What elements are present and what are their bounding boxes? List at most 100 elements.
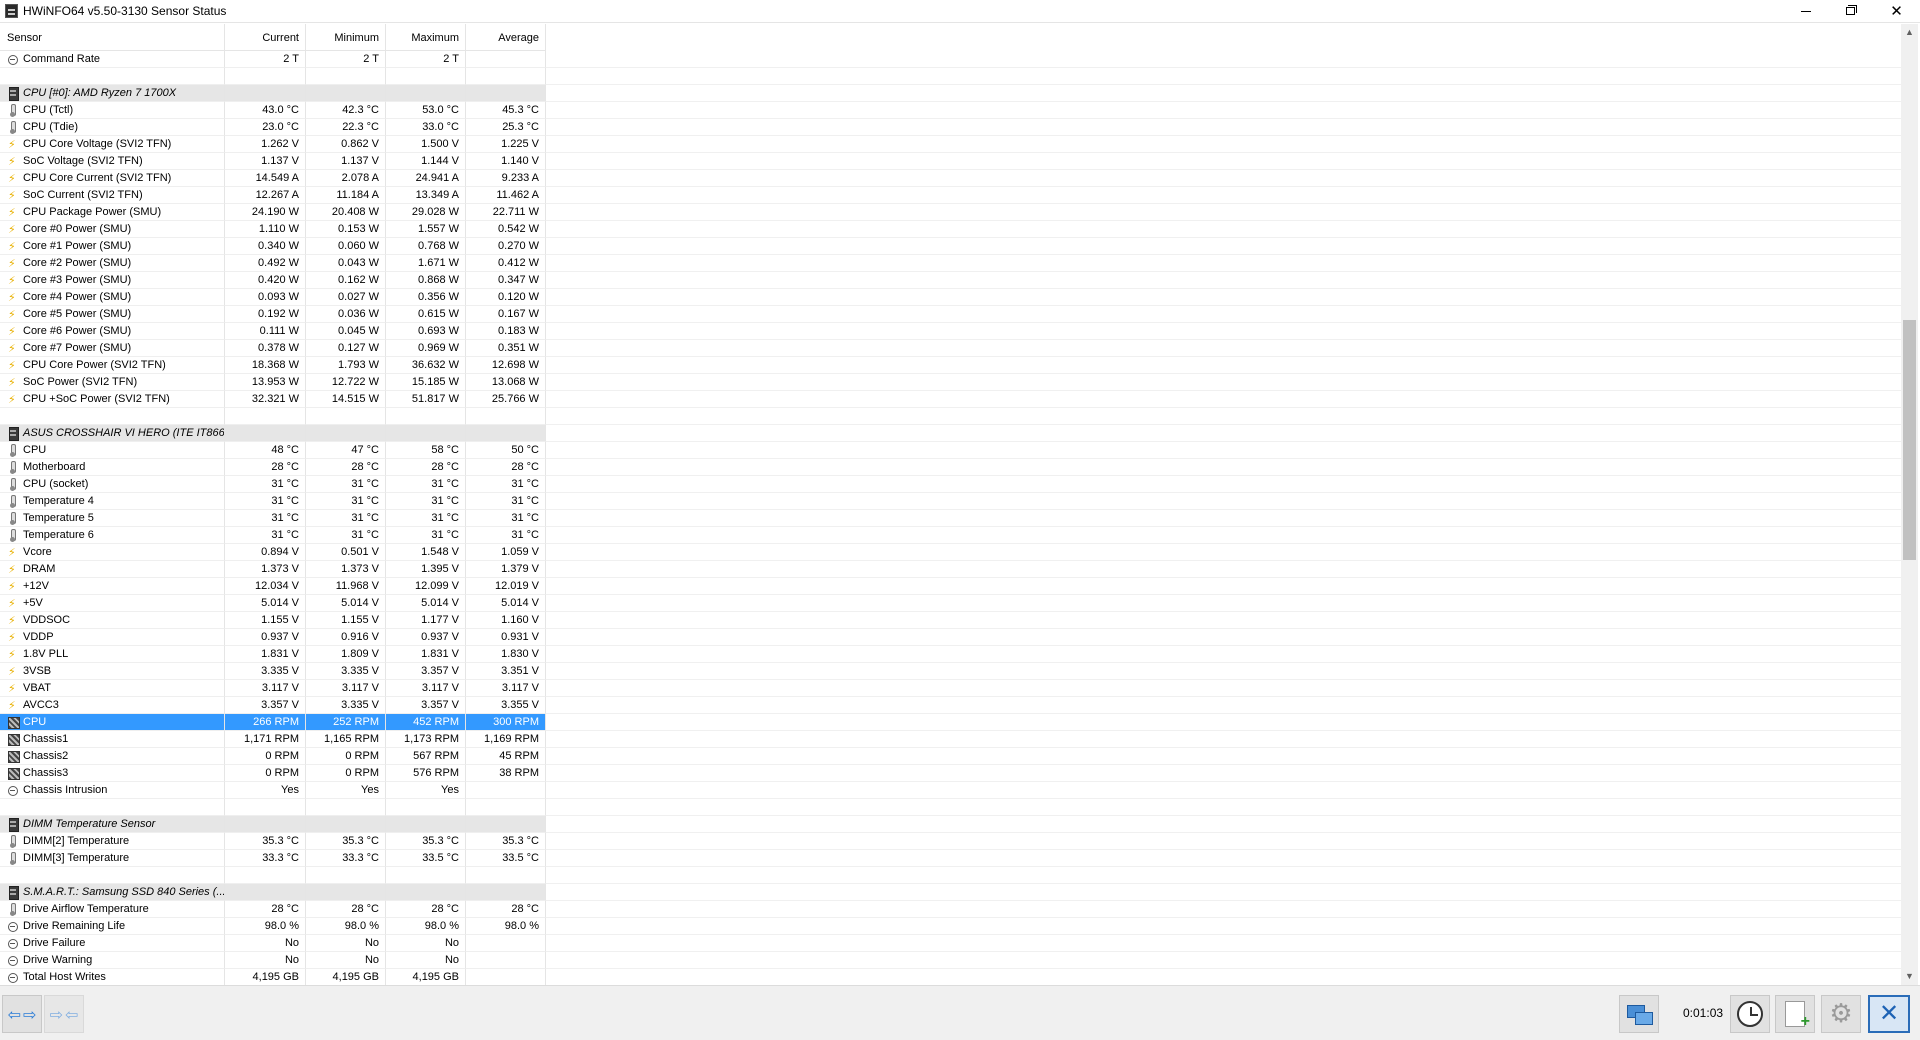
minimum-value: 0 RPM — [306, 748, 386, 765]
sensor-row[interactable]: Command Rate 2 T2 T2 T — [0, 51, 546, 68]
sensor-row[interactable]: VBAT3.117 V3.117 V3.117 V3.117 V — [0, 680, 546, 697]
sensor-row[interactable]: Core #5 Power (SMU) 0.192 W0.036 W0.615 W… — [0, 306, 546, 323]
lightning-icon — [7, 596, 19, 612]
current-value: 33.3 °C — [225, 850, 306, 867]
thermometer-icon — [7, 477, 19, 491]
average-value: 28 °C — [466, 459, 546, 476]
sensor-row[interactable]: Chassis2 0 RPM 0 RPM 567 RPM 45 RPM — [0, 748, 546, 765]
sensor-row[interactable]: CPU Package Power (SMU)24.190 W20.408 W2… — [0, 204, 546, 221]
minimize-button[interactable] — [1783, 0, 1828, 22]
average-value: 45 RPM — [466, 748, 546, 765]
sensor-row[interactable]: Temperature 5 31 °C 31 °C 31 °C 31 °C — [0, 510, 546, 527]
sensor-row[interactable]: CPU Core Voltage (SVI2 TFN) 1.262 V0.862 … — [0, 136, 546, 153]
average-value: 31 °C — [466, 510, 546, 527]
maximum-value: 0.969 W — [386, 340, 466, 357]
lightning-icon — [7, 222, 19, 238]
sensor-row[interactable]: Core #2 Power (SMU) 0.492 W0.043 W1.671 W… — [0, 255, 546, 272]
average-value: 45.3 °C — [466, 102, 546, 119]
scroll-thumb[interactable] — [1903, 320, 1916, 560]
sensor-group-header[interactable]: ASUS CROSSHAIR VI HERO (ITE IT866... — [0, 425, 546, 442]
average-value — [466, 51, 546, 68]
column-header-maximum[interactable]: Maximum — [386, 24, 466, 50]
scroll-up-icon[interactable]: ▲ — [1901, 24, 1918, 41]
chip-icon — [7, 817, 19, 832]
sensor-row[interactable]: Drive Failure No No No — [0, 935, 546, 952]
sensor-row[interactable]: CPU +SoC Power (SVI2 TFN) 32.321 W14.515 … — [0, 391, 546, 408]
column-header-sensor[interactable]: Sensor — [0, 24, 225, 50]
reset-timer-button[interactable] — [1730, 995, 1770, 1033]
sensor-row[interactable]: Core #4 Power (SMU) 0.093 W0.027 W0.356 W… — [0, 289, 546, 306]
minimum-value: 252 RPM — [306, 714, 386, 731]
sensor-row[interactable]: 3VSB3.335 V3.335 V3.357 V3.351 V — [0, 663, 546, 680]
sensor-row[interactable]: DIMM[3] Temperature 33.3 °C 33.3 °C 33.5 °C… — [0, 850, 546, 867]
sensor-row[interactable]: SoC Voltage (SVI2 TFN)1.137 V1.137 V1.14… — [0, 153, 546, 170]
sensor-row[interactable]: DIMM[2] Temperature 35.3 °C 35.3 °C 35.3 °C… — [0, 833, 546, 850]
average-value: 31 °C — [466, 476, 546, 493]
thermometer-icon — [7, 460, 19, 474]
sensor-group-header[interactable]: DIMM Temperature Sensor — [0, 816, 546, 833]
column-header-current[interactable]: Current — [225, 24, 306, 50]
sensor-row[interactable]: 1.8V PLL1.831 V1.809 V1.831 V1.830 V — [0, 646, 546, 663]
current-value: 48 °C — [225, 442, 306, 459]
sensor-row[interactable]: Drive Remaining Life 98.0 % 98.0 % 98.0 % 98… — [0, 918, 546, 935]
maximum-value: 1.500 V — [386, 136, 466, 153]
sensor-name: 3VSB — [23, 665, 52, 677]
minimum-value: No — [306, 952, 386, 969]
sensor-row[interactable]: Drive Warning No No No — [0, 952, 546, 969]
current-value: 1.155 V — [225, 612, 306, 629]
maximum-value: 1,173 RPM — [386, 731, 466, 748]
sensor-row[interactable]: SoC Current (SVI2 TFN) 12.267 A11.184 A13… — [0, 187, 546, 204]
sensor-row[interactable]: CPU 266 RPM 252 RPM 452 RPM 300 RPM — [0, 714, 546, 731]
sensor-group-header[interactable]: CPU [#0]: AMD Ryzen 7 1700X — [0, 85, 546, 102]
column-header-minimum[interactable]: Minimum — [306, 24, 386, 50]
logging-button[interactable] — [1775, 995, 1815, 1033]
sensor-row[interactable]: CPU (Tdie) 23.0 °C 22.3 °C 33.0 °C 25.3 °C — [0, 119, 546, 136]
sensor-row[interactable]: Core #7 Power (SMU) 0.378 W0.127 W0.969 W… — [0, 340, 546, 357]
sensor-row[interactable]: VDDP0.937 V0.916 V0.937 V0.931 V — [0, 629, 546, 646]
sensor-row[interactable]: Temperature 6 31 °C 31 °C 31 °C 31 °C — [0, 527, 546, 544]
navigate-right-button[interactable]: ⇨ ⇦ — [44, 995, 84, 1033]
thermometer-icon — [7, 528, 19, 542]
maximum-value: 1.177 V — [386, 612, 466, 629]
sensor-row[interactable]: Chassis3 0 RPM 0 RPM 576 RPM 38 RPM — [0, 765, 546, 782]
blank-row — [0, 68, 546, 85]
sensor-row[interactable]: Motherboard 28 °C 28 °C 28 °C 28 °C — [0, 459, 546, 476]
sensor-row[interactable]: Temperature 4 31 °C 31 °C 31 °C 31 °C — [0, 493, 546, 510]
sensor-row[interactable]: CPU (Tctl) 43.0 °C 42.3 °C 53.0 °C 45.3 °C — [0, 102, 546, 119]
sensor-group-header[interactable]: S.M.A.R.T.: Samsung SSD 840 Series (... — [0, 884, 546, 901]
scroll-down-icon[interactable]: ▼ — [1901, 968, 1918, 985]
sensor-row[interactable]: CPU Core Power (SVI2 TFN) 18.368 W1.793 W… — [0, 357, 546, 374]
column-header-average[interactable]: Average — [466, 24, 546, 50]
settings-button[interactable]: ⚙ — [1821, 995, 1861, 1033]
gauge-icon — [7, 937, 19, 950]
sensor-list-view[interactable]: Sensor Current Minimum Maximum Average C… — [0, 24, 1920, 985]
window-close-button[interactable]: ✕ — [1874, 0, 1919, 22]
group-label: S.M.A.R.T.: Samsung SSD 840 Series (... — [23, 886, 225, 898]
sensor-row[interactable]: Total Host Writes 4,195 GB 4,195 GB 4,195 G… — [0, 969, 546, 985]
maximum-value: 31 °C — [386, 493, 466, 510]
sensor-row[interactable]: Vcore 0.894 V0.501 V1.548 V1.059 V — [0, 544, 546, 561]
sensor-row[interactable]: Drive Airflow Temperature 28 °C 28 °C 28 °C… — [0, 901, 546, 918]
close-sensors-button[interactable]: ✕ — [1868, 995, 1910, 1033]
sensor-row[interactable]: Chassis1 1,171 RPM 1,165 RPM 1,173 RPM 1,169… — [0, 731, 546, 748]
sensor-row[interactable]: +5V5.014 V5.014 V5.014 V5.014 V — [0, 595, 546, 612]
sensor-row[interactable]: Core #0 Power (SMU) 1.110 W0.153 W1.557 W… — [0, 221, 546, 238]
restore-button[interactable] — [1828, 0, 1873, 22]
sensor-row[interactable]: CPU (socket) 31 °C 31 °C 31 °C 31 °C — [0, 476, 546, 493]
sensor-row[interactable]: DRAM1.373 V1.373 V1.395 V1.379 V — [0, 561, 546, 578]
lightning-icon — [7, 239, 19, 255]
current-value: 0 RPM — [225, 765, 306, 782]
navigate-left-button[interactable]: ⇦ ⇨ — [2, 995, 42, 1033]
sensor-row[interactable]: Core #6 Power (SMU) 0.111 W0.045 W0.693 W… — [0, 323, 546, 340]
sensor-row[interactable]: CPU 48 °C 47 °C 58 °C 50 °C — [0, 442, 546, 459]
sensor-row[interactable]: VDDSOC1.155 V1.155 V1.177 V1.160 V — [0, 612, 546, 629]
vertical-scrollbar[interactable]: ▲ ▼ — [1901, 24, 1918, 985]
sensor-row[interactable]: Core #1 Power (SMU) 0.340 W0.060 W0.768 W… — [0, 238, 546, 255]
sensor-row[interactable]: Core #3 Power (SMU) 0.420 W0.162 W0.868 W… — [0, 272, 546, 289]
sensor-row[interactable]: AVCC33.357 V3.335 V3.357 V3.355 V — [0, 697, 546, 714]
layout-switch-button[interactable] — [1619, 995, 1659, 1033]
sensor-row[interactable]: +12V 12.034 V11.968 V12.099 V12.019 V — [0, 578, 546, 595]
sensor-row[interactable]: CPU Core Current (SVI2 TFN) 14.549 A2.078… — [0, 170, 546, 187]
sensor-row[interactable]: SoC Power (SVI2 TFN) 13.953 W12.722 W15.1… — [0, 374, 546, 391]
sensor-row[interactable]: Chassis Intrusion Yes Yes Yes — [0, 782, 546, 799]
